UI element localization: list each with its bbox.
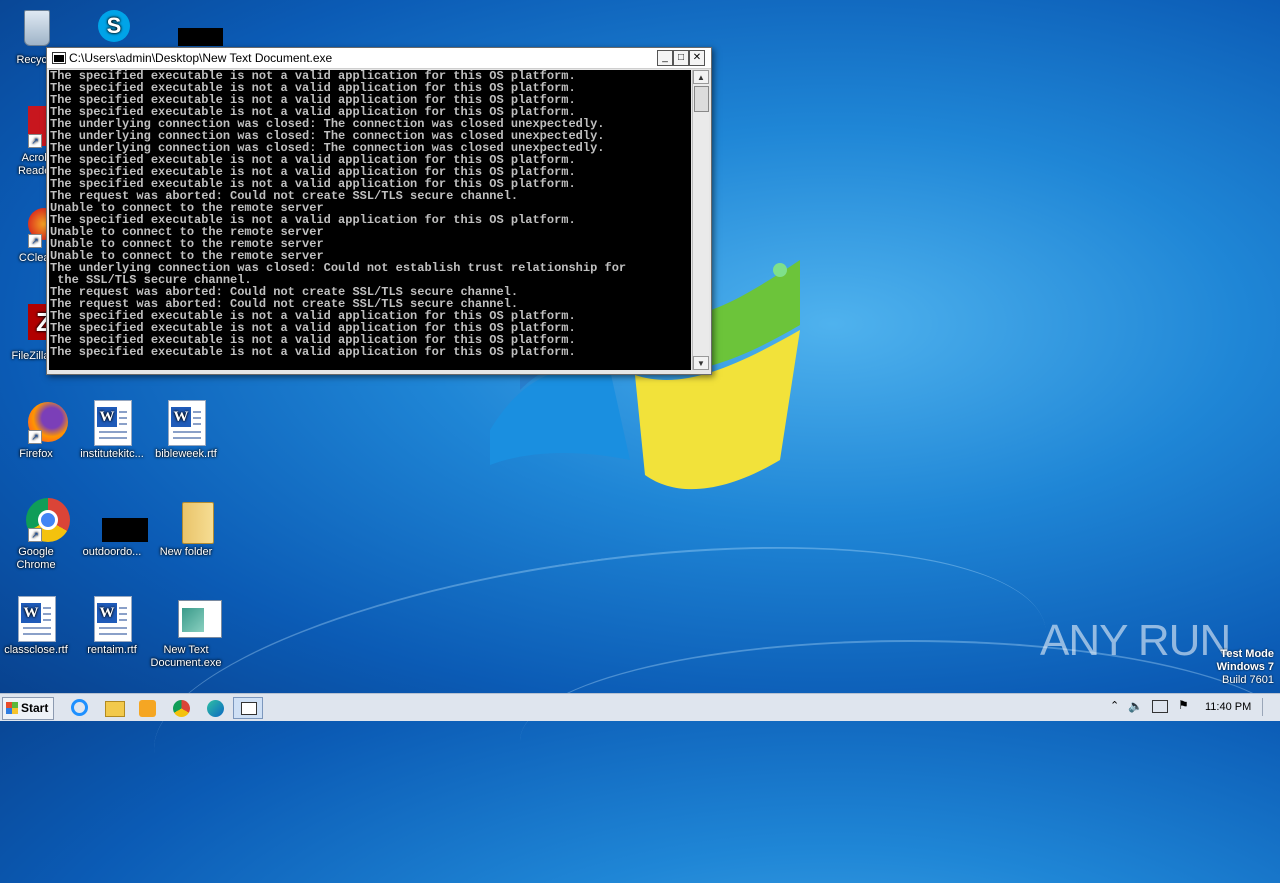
wallpaper-swoosh (520, 640, 1280, 842)
test-mode-line2: Windows 7 (1216, 661, 1274, 673)
redacted-file-icon (164, 6, 223, 50)
skype-icon: S (90, 6, 134, 50)
desktop-icon-label: institutekitc... (80, 448, 144, 460)
chrome-icon: ↗ (14, 498, 70, 542)
maximize-button[interactable]: □ (673, 50, 689, 66)
desktop-icon-label: classclose.rtf (4, 644, 68, 656)
scrollbar-thumb[interactable] (694, 86, 709, 112)
desktop-icon-label: Google Chrome (16, 546, 56, 571)
close-button[interactable]: ✕ (689, 50, 705, 66)
desktop-icon-new-folder[interactable]: New folder (150, 498, 222, 559)
scroll-down-arrow-icon[interactable]: ▼ (693, 356, 709, 370)
windows-flag-icon (6, 702, 18, 714)
console-output[interactable]: The specified executable is not a valid … (49, 70, 691, 370)
shortcut-arrow-icon: ↗ (28, 234, 42, 248)
word-document-icon: W (90, 596, 134, 642)
start-label: Start (21, 701, 49, 715)
word-document-icon: W (14, 596, 58, 642)
tray-action-center-icon[interactable]: ⚑ (1178, 698, 1189, 712)
desktop-icon-chrome[interactable]: ↗ Google Chrome (0, 498, 72, 572)
tray-network-icon[interactable] (1152, 700, 1168, 713)
tray-show-hidden-icon[interactable]: ⌃ (1110, 699, 1119, 712)
scroll-up-arrow-icon[interactable]: ▲ (693, 70, 709, 84)
console-window[interactable]: C:\Users\admin\Desktop\New Text Document… (46, 47, 712, 375)
console-titlebar[interactable]: C:\Users\admin\Desktop\New Text Document… (47, 48, 711, 69)
console-line: The specified executable is not a valid … (50, 345, 576, 359)
taskbar-clock[interactable]: 11:40 PM (1205, 701, 1251, 713)
word-document-icon: W (164, 400, 208, 446)
vertical-scrollbar[interactable]: ▲ ▼ (692, 70, 709, 370)
shortcut-arrow-icon: ↗ (28, 430, 42, 444)
show-desktop-button[interactable] (1262, 698, 1277, 716)
desktop-icon-rentaim[interactable]: W rentaim.rtf (76, 596, 148, 657)
test-mode-line3: Build 7601 (1222, 674, 1274, 686)
desktop-icon-label: New folder (159, 546, 213, 558)
minimize-button[interactable]: _ (657, 50, 673, 66)
exe-window-icon (164, 596, 222, 640)
shortcut-arrow-icon: ↗ (28, 134, 42, 148)
shortcut-arrow-icon: ↗ (28, 528, 42, 542)
desktop-icon-label: bibleweek.rtf (155, 448, 217, 460)
desktop-icon-label: Firefox (19, 448, 53, 460)
redacted-file-icon (90, 498, 148, 542)
taskbar-ie-icon[interactable] (68, 697, 92, 719)
test-mode-line1: Test Mode (1220, 648, 1274, 660)
start-button[interactable]: Start (2, 697, 54, 720)
window-title: C:\Users\admin\Desktop\New Text Document… (69, 51, 333, 65)
folder-icon (164, 498, 214, 544)
test-mode-notice: Test Mode Windows 7 Build 7601 (1217, 648, 1274, 687)
taskbar-explorer-icon[interactable] (102, 697, 126, 719)
desktop-icon-firefox[interactable]: ↗ Firefox (0, 400, 72, 461)
desktop-icon-label: rentaim.rtf (87, 644, 137, 656)
desktop-icon-outdoordo[interactable]: outdoordo... (76, 498, 148, 559)
desktop-icon-classclose[interactable]: W classclose.rtf (0, 596, 72, 657)
desktop-icon-new-text-document-exe[interactable]: New Text Document.exe (150, 596, 222, 670)
desktop-icon-label: outdoordo... (82, 546, 142, 558)
taskbar-media-player-icon[interactable] (136, 697, 160, 719)
firefox-icon: ↗ (14, 400, 68, 444)
console-app-icon (52, 52, 66, 64)
taskbar: Start ⌃ 🔈 ⚑ 11:40 PM (0, 693, 1280, 721)
taskbar-edge-icon[interactable] (204, 697, 228, 719)
taskbar-chrome-icon[interactable] (170, 697, 194, 719)
taskbar-console-window-icon[interactable] (233, 697, 263, 719)
anyrun-watermark: ANY RUN (1040, 616, 1231, 665)
word-document-icon: W (90, 400, 134, 446)
recycle-bin-icon (14, 6, 58, 50)
tray-volume-icon[interactable]: 🔈 (1128, 699, 1143, 713)
desktop-icon-bibleweek[interactable]: W bibleweek.rtf (150, 400, 222, 461)
desktop-icon-label: New Text Document.exe (150, 644, 222, 669)
desktop-icon-institutekitc[interactable]: W institutekitc... (76, 400, 148, 461)
